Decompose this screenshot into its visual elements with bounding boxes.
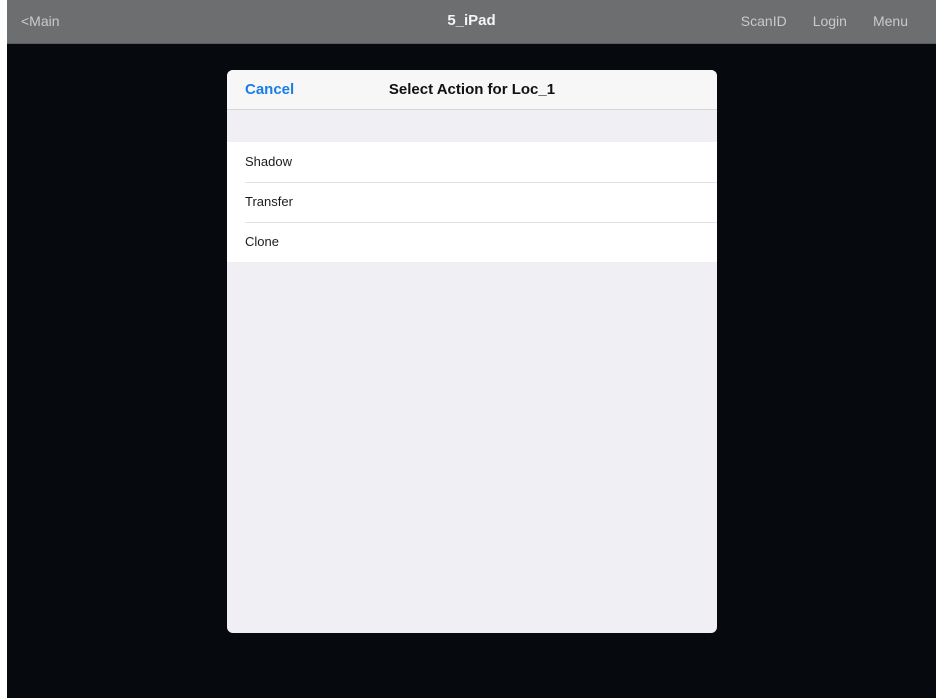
modal-header: Cancel Select Action for Loc_1	[227, 70, 717, 110]
scanid-button[interactable]: ScanID	[741, 13, 787, 29]
login-button[interactable]: Login	[813, 13, 847, 29]
app-screen: <Main 5_iPad ScanID Login Menu Cancel Se…	[7, 0, 936, 698]
back-main-button[interactable]: <Main	[21, 13, 60, 29]
action-item-clone[interactable]: Clone	[227, 222, 717, 262]
action-item-shadow[interactable]: Shadow	[227, 142, 717, 182]
menu-button[interactable]: Menu	[873, 13, 908, 29]
action-list: Shadow Transfer Clone	[227, 142, 717, 262]
cancel-button[interactable]: Cancel	[245, 81, 294, 98]
action-item-transfer[interactable]: Transfer	[227, 182, 717, 222]
top-navigation-bar: <Main 5_iPad ScanID Login Menu	[7, 0, 936, 44]
select-action-modal: Cancel Select Action for Loc_1 Shadow Tr…	[227, 70, 717, 633]
modal-title: Select Action for Loc_1	[388, 81, 556, 98]
nav-actions: ScanID Login Menu	[741, 13, 908, 29]
